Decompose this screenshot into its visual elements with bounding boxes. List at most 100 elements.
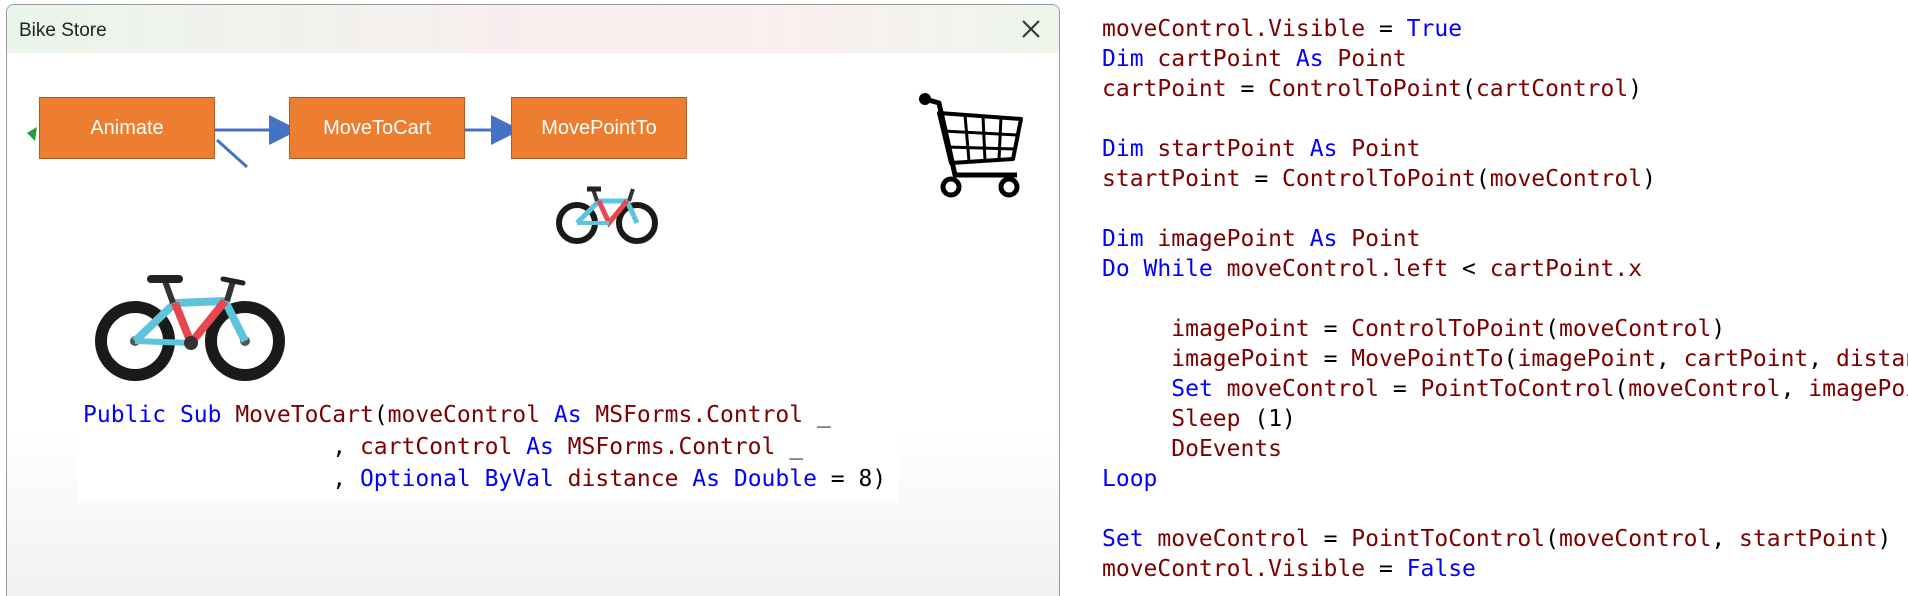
code-token: MSForms.Control xyxy=(567,434,790,460)
code-token: moveControl.Visible xyxy=(1102,16,1366,42)
code-token: Set xyxy=(1171,376,1227,402)
code-token: imagePoint xyxy=(1171,346,1310,372)
code-token: , xyxy=(1808,346,1836,372)
code-token: moveControl xyxy=(1559,526,1712,552)
code-token: As xyxy=(692,466,734,492)
code-token: moveControl xyxy=(1226,376,1379,402)
code-token: cartPoint xyxy=(1683,346,1809,372)
code-token: distance xyxy=(567,466,693,492)
flow-box-movetocart: MoveToCart xyxy=(289,97,465,159)
code-token: ( xyxy=(1462,76,1476,102)
code-token: ControlToPoint xyxy=(1268,76,1463,102)
code-token: moveControl xyxy=(1628,376,1781,402)
code-token: = xyxy=(1240,166,1283,192)
code-token: moveControl xyxy=(1559,316,1712,342)
code-line: Dim startPoint As Point xyxy=(1102,134,1421,164)
code-token: PointToControl xyxy=(1351,526,1546,552)
bike-small-image[interactable] xyxy=(555,177,661,247)
signature-line: , Optional ByVal distance As Double = 8) xyxy=(83,463,886,495)
flow-box-label: Animate xyxy=(90,116,164,139)
flow-box-label: MoveToCart xyxy=(323,116,431,139)
code-token: ( xyxy=(1545,526,1559,552)
code-line: Dim imagePoint As Point xyxy=(1102,224,1421,254)
code-token: Point xyxy=(1351,226,1421,252)
code-token: Dim xyxy=(1102,46,1158,72)
code-token: moveControl.Visible xyxy=(1102,556,1366,582)
code-token: While xyxy=(1143,256,1227,282)
code-token: = xyxy=(1365,16,1407,42)
green-arrow-tip-icon xyxy=(27,127,37,141)
code-token: startPoint xyxy=(1102,166,1241,192)
cart-icon[interactable] xyxy=(917,89,1029,201)
signature-line: Public Sub MoveToCart(moveControl As MSF… xyxy=(83,399,831,431)
code-token: DoEvents xyxy=(1171,436,1283,462)
code-token: As xyxy=(526,434,568,460)
code-token: ) xyxy=(1642,166,1656,192)
code-token: _ xyxy=(816,402,831,428)
code-token: Point xyxy=(1337,46,1407,72)
code-token: cartPoint.x xyxy=(1489,256,1643,282)
code-token: cartPoint xyxy=(1102,76,1227,102)
code-token: ) xyxy=(1628,76,1643,102)
code-token: ( xyxy=(373,402,388,428)
flow-box-movepointto: MovePointTo xyxy=(511,97,687,159)
code-token: moveControl.left xyxy=(1226,256,1449,282)
code-line: imagePoint = MovePointTo(imagePoint, car… xyxy=(1102,344,1908,374)
code-token: moveControl xyxy=(387,402,554,428)
code-token: Dim xyxy=(1102,226,1158,252)
code-line: Dim cartPoint As Point xyxy=(1102,44,1407,74)
code-token: cartControl xyxy=(1475,76,1629,102)
code-listing: moveControl.Visible = True Dim cartPoint… xyxy=(1102,14,1908,582)
code-line: Sleep (1) xyxy=(1102,404,1296,434)
bike-store-window: Bike Store Animate MoveToCart MovePointT… xyxy=(6,4,1060,596)
code-token: cartControl xyxy=(359,434,527,460)
code-token: , xyxy=(1655,346,1684,372)
code-token: _ xyxy=(789,434,804,460)
code-token: startPoint xyxy=(1739,526,1878,552)
sub-signature-code: Public Sub MoveToCart(moveControl As MSF… xyxy=(77,393,899,503)
code-token: imagePoint xyxy=(1517,346,1656,372)
signature-line: , cartControl As MSForms.Control _ xyxy=(83,431,803,463)
arrow-animate-branch xyxy=(215,138,249,169)
code-line: Loop xyxy=(1102,464,1157,494)
code-token: moveControl xyxy=(1489,166,1643,192)
code-token: Loop xyxy=(1102,466,1158,492)
code-token: , xyxy=(83,466,360,492)
code-token: = xyxy=(1309,526,1352,552)
code-token: , xyxy=(1711,526,1740,552)
code-token: Dim xyxy=(1102,136,1158,162)
code-token: MovePointTo xyxy=(1351,346,1504,372)
code-line: startPoint = ControlToPoint(moveControl) xyxy=(1102,164,1656,194)
code-token: ) xyxy=(1711,316,1726,342)
code-token: Sleep xyxy=(1171,406,1241,432)
code-line: moveControl.Visible = True xyxy=(1102,14,1462,44)
code-token: ControlToPoint xyxy=(1351,316,1546,342)
flow-box-animate: Animate xyxy=(39,97,215,159)
code-token: , xyxy=(83,434,360,460)
code-token: Do xyxy=(1102,256,1144,282)
code-token: imagePoint xyxy=(1171,316,1310,342)
code-token: ByVal xyxy=(484,466,568,492)
code-line: Set moveControl = PointToControl(moveCon… xyxy=(1102,524,1891,554)
code-line: moveControl.Visible = False xyxy=(1102,554,1476,584)
bike-large-image[interactable] xyxy=(91,267,291,385)
code-token: ControlToPoint xyxy=(1282,166,1476,192)
code-token: = xyxy=(1378,376,1421,402)
code-token: = xyxy=(1226,76,1269,102)
code-line: Do While moveControl.left < cartPoint.x xyxy=(1102,254,1642,284)
flow-box-label: MovePointTo xyxy=(541,116,657,139)
code-token: = xyxy=(1365,556,1407,582)
code-token: imagePoint xyxy=(1157,226,1310,252)
code-token: Point xyxy=(1351,136,1421,162)
code-token: Sub xyxy=(179,402,236,428)
code-token: PointToControl xyxy=(1420,376,1615,402)
code-token: As xyxy=(1295,46,1338,72)
code-token: moveControl xyxy=(1157,526,1310,552)
code-line: DoEvents xyxy=(1102,434,1282,464)
code-line: imagePoint = ControlToPoint(moveControl) xyxy=(1102,314,1725,344)
